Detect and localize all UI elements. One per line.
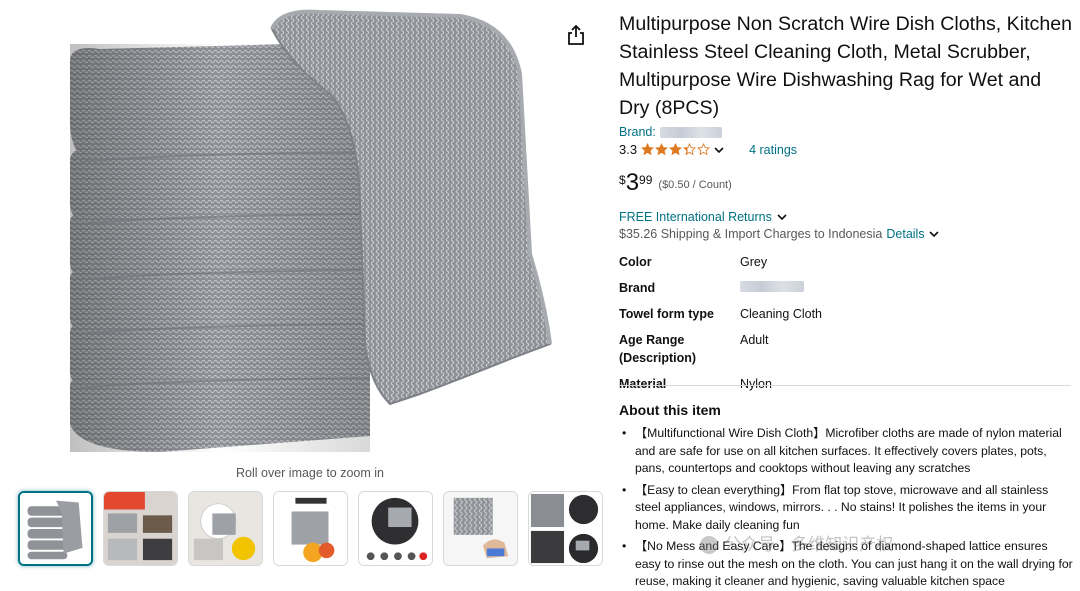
spec-value: Cleaning Cloth bbox=[740, 307, 822, 321]
spec-row-material: Material Nylon bbox=[619, 371, 822, 397]
share-icon[interactable] bbox=[566, 24, 586, 46]
main-product-image[interactable] bbox=[40, 4, 580, 460]
spec-value: Grey bbox=[740, 255, 768, 269]
section-divider bbox=[619, 385, 1071, 386]
zoom-hint: Roll over image to zoom in bbox=[236, 466, 384, 480]
brand-blurred-value bbox=[740, 281, 804, 292]
spec-row-brand: Brand bbox=[619, 275, 822, 301]
shipping-text: $35.26 Shipping & Import Charges to Indo… bbox=[619, 227, 883, 241]
chevron-down-icon[interactable] bbox=[929, 229, 939, 239]
star-rating[interactable] bbox=[641, 143, 711, 156]
price: $ 3 99 ($0.50 / Count) bbox=[619, 171, 1074, 195]
thumb-features[interactable] bbox=[273, 491, 348, 566]
rating-value: 3.3 bbox=[619, 142, 638, 157]
about-bullet: 【Multifunctional Wire Dish Cloth】Microfi… bbox=[619, 425, 1075, 478]
brand-blurred[interactable] bbox=[659, 126, 722, 138]
spec-key: Brand bbox=[619, 281, 656, 295]
spec-row-towel-form: Towel form type Cleaning Cloth bbox=[619, 301, 822, 327]
spec-key: Color bbox=[619, 255, 652, 269]
about-bullet: 【Easy to clean everything】From flat top … bbox=[619, 482, 1075, 535]
brand-line: Brand: bbox=[619, 125, 1074, 139]
thumbnail-strip bbox=[18, 491, 603, 566]
returns-label: FREE International Returns bbox=[619, 210, 772, 224]
chevron-down-icon bbox=[777, 214, 787, 221]
cloth-stack bbox=[69, 42, 371, 452]
product-title: Multipurpose Non Scratch Wire Dish Cloth… bbox=[619, 13, 1073, 119]
spec-key: Material bbox=[619, 377, 667, 391]
thumb-kitchen-use[interactable] bbox=[103, 491, 178, 566]
star-full-icon bbox=[655, 143, 669, 156]
spec-value: Adult bbox=[740, 333, 769, 347]
returns-link[interactable]: FREE International Returns bbox=[619, 210, 1074, 224]
about-heading: About this item bbox=[619, 402, 721, 418]
chevron-down-icon[interactable] bbox=[714, 145, 724, 155]
spec-table: Color Grey Brand Towel form type Cleanin… bbox=[619, 249, 822, 397]
star-half-icon bbox=[683, 143, 697, 156]
about-bullet: 【No Mess and Easy Care】The designs of di… bbox=[619, 538, 1075, 591]
spec-key: Age Range (Description) bbox=[619, 333, 697, 365]
thumb-stack[interactable] bbox=[18, 491, 93, 566]
spec-value: Nylon bbox=[740, 377, 772, 391]
about-bullets: 【Multifunctional Wire Dish Cloth】Microfi… bbox=[619, 425, 1075, 591]
thumb-plate-wipe[interactable] bbox=[188, 491, 263, 566]
image-gallery: Roll over image to zoom in bbox=[0, 0, 605, 591]
spec-value-blurred bbox=[740, 275, 822, 301]
star-empty-icon bbox=[697, 143, 711, 156]
star-full-icon bbox=[669, 143, 683, 156]
spec-row-age-range: Age Range (Description) Adult bbox=[619, 327, 822, 371]
spec-key: Towel form type bbox=[619, 307, 714, 321]
rating-line: 3.3 4 ratings bbox=[619, 142, 1074, 157]
product-details: Multipurpose Non Scratch Wire Dish Cloth… bbox=[619, 10, 1074, 397]
shipping-info: $35.26 Shipping & Import Charges to Indo… bbox=[619, 227, 1074, 241]
ratings-count-link[interactable]: 4 ratings bbox=[749, 143, 797, 157]
brand-label: Brand: bbox=[619, 125, 656, 139]
shipping-details-link[interactable]: Details bbox=[886, 227, 924, 241]
spec-row-color: Color Grey bbox=[619, 249, 822, 275]
thumb-cloth-hand[interactable] bbox=[443, 491, 518, 566]
star-full-icon bbox=[641, 143, 655, 156]
price-symbol: $ bbox=[619, 173, 626, 187]
price-fraction: 99 bbox=[639, 173, 653, 187]
thumb-pan-scrub[interactable] bbox=[358, 491, 433, 566]
thumb-collage[interactable] bbox=[528, 491, 603, 566]
price-per-unit: ($0.50 / Count) bbox=[658, 179, 732, 191]
price-whole: 3 bbox=[625, 169, 640, 196]
